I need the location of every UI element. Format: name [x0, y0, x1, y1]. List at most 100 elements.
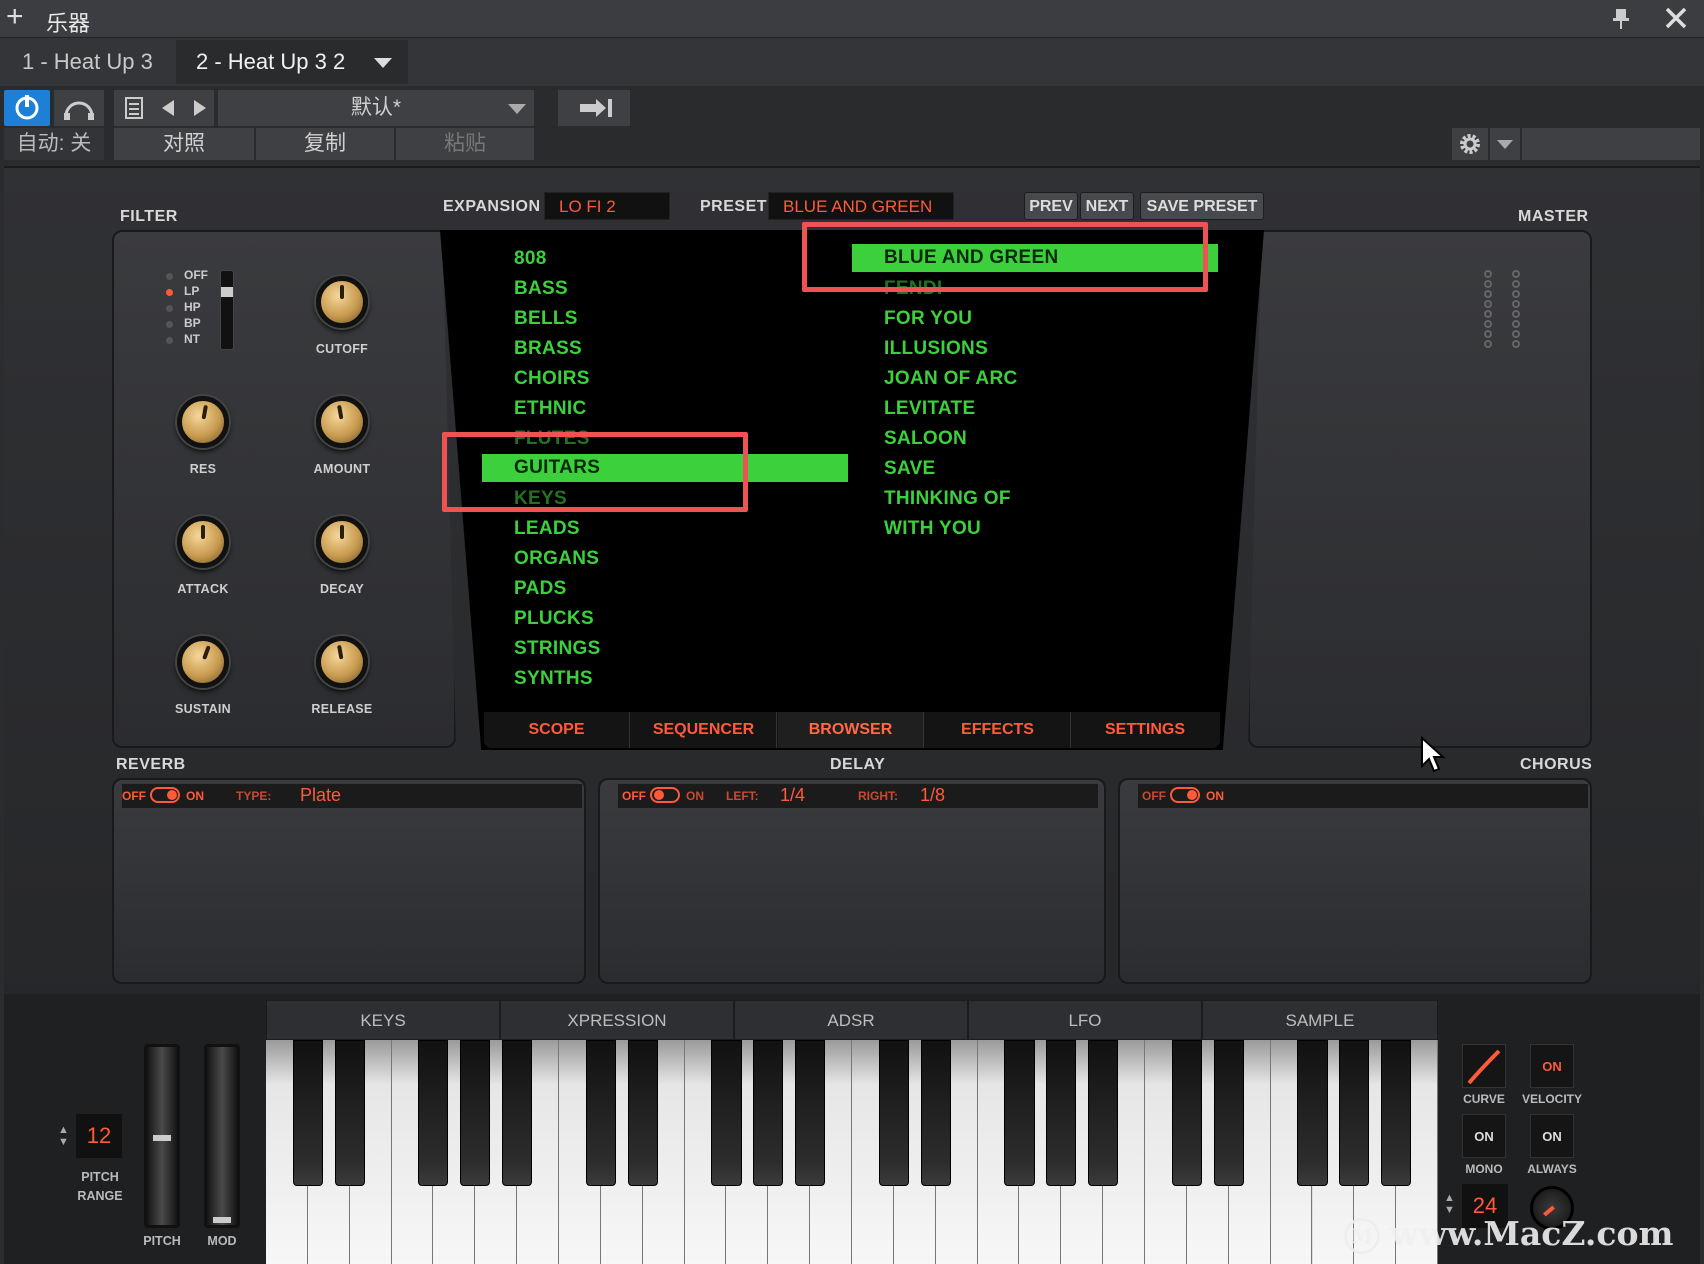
- category-item[interactable]: BRASS: [514, 338, 601, 368]
- black-key[interactable]: [1171, 1040, 1202, 1186]
- preset-display[interactable]: BLUE AND GREEN: [768, 192, 954, 220]
- filter-decay-knob[interactable]: [316, 516, 368, 568]
- velocity-toggle[interactable]: ON: [1530, 1044, 1574, 1088]
- pin-icon[interactable]: [1612, 8, 1630, 30]
- tab-browser[interactable]: BROWSER: [778, 712, 924, 748]
- chorus-toggle[interactable]: [1170, 787, 1200, 803]
- preset-item[interactable]: WITH YOU: [884, 518, 1059, 548]
- category-item[interactable]: STRINGS: [514, 638, 601, 668]
- delay-left-value[interactable]: 1/4: [780, 785, 805, 806]
- filter-attack-knob[interactable]: [177, 516, 229, 568]
- filter-mode-off[interactable]: OFF: [184, 268, 208, 282]
- settings-button[interactable]: [1452, 128, 1488, 160]
- filter-mode-selector[interactable]: OFF LP HP BP NT: [164, 268, 224, 348]
- preset-item[interactable]: ILLUSIONS: [884, 338, 1059, 368]
- power-button[interactable]: [4, 90, 50, 126]
- auto-off-button[interactable]: 自动: 关: [4, 128, 104, 160]
- preset-selector[interactable]: 默认*: [218, 90, 534, 126]
- piano-keyboard[interactable]: [266, 1040, 1438, 1264]
- black-key[interactable]: [460, 1040, 491, 1186]
- tab-keys[interactable]: KEYS: [266, 1000, 500, 1040]
- category-item[interactable]: CHOIRS: [514, 368, 601, 398]
- preset-item[interactable]: FOR YOU: [884, 308, 1059, 338]
- category-item[interactable]: BELLS: [514, 308, 601, 338]
- stepper-arrows-icon[interactable]: ▲ ▼: [58, 1124, 70, 1150]
- expansion-selector[interactable]: LO FI 2: [544, 192, 670, 220]
- filter-sustain-knob[interactable]: [177, 636, 229, 688]
- black-key[interactable]: [753, 1040, 784, 1186]
- filter-cutoff-knob[interactable]: [316, 276, 368, 328]
- filter-res-knob[interactable]: [177, 396, 229, 448]
- plus-icon[interactable]: +: [6, 2, 32, 32]
- delay-toggle[interactable]: [650, 787, 680, 803]
- tab-sample[interactable]: SAMPLE: [1202, 1000, 1438, 1040]
- copy-button[interactable]: 复制: [256, 128, 394, 160]
- curve-button[interactable]: [1462, 1044, 1506, 1088]
- pitch-range-value[interactable]: 12: [76, 1114, 122, 1158]
- mono-toggle[interactable]: ON: [1462, 1114, 1506, 1158]
- black-key[interactable]: [795, 1040, 826, 1186]
- filter-mode-slider[interactable]: [220, 270, 234, 350]
- prev-preset-button[interactable]: [154, 90, 184, 126]
- delay-right-value[interactable]: 1/8: [920, 785, 945, 806]
- settings-menu-button[interactable]: [1490, 128, 1520, 160]
- category-item[interactable]: ORGANS: [514, 548, 601, 578]
- black-key[interactable]: [627, 1040, 658, 1186]
- tab-lfo[interactable]: LFO: [968, 1000, 1202, 1040]
- black-key[interactable]: [334, 1040, 365, 1186]
- always-toggle[interactable]: ON: [1530, 1114, 1574, 1158]
- category-item[interactable]: 808: [514, 248, 601, 278]
- reverb-toggle[interactable]: [150, 787, 180, 803]
- chevron-down-icon[interactable]: [374, 58, 392, 68]
- next-button[interactable]: NEXT: [1080, 192, 1134, 220]
- preset-item[interactable]: JOAN OF ARC: [884, 368, 1059, 398]
- compare-button[interactable]: 对照: [114, 128, 254, 160]
- monitor-button[interactable]: [54, 90, 104, 126]
- routing-button[interactable]: [558, 90, 630, 126]
- black-key[interactable]: [920, 1040, 951, 1186]
- black-key[interactable]: [1004, 1040, 1035, 1186]
- tab-effects[interactable]: EFFECTS: [925, 712, 1071, 748]
- preset-item[interactable]: LEVITATE: [884, 398, 1059, 428]
- black-key[interactable]: [1339, 1040, 1370, 1186]
- filter-mode-lp[interactable]: LP: [184, 284, 199, 298]
- prev-button[interactable]: PREV: [1024, 192, 1078, 220]
- black-key[interactable]: [585, 1040, 616, 1186]
- category-item[interactable]: LEADS: [514, 518, 601, 548]
- category-item[interactable]: PADS: [514, 578, 601, 608]
- paste-button[interactable]: 粘贴: [396, 128, 534, 160]
- category-item[interactable]: BASS: [514, 278, 601, 308]
- black-key[interactable]: [1381, 1040, 1412, 1186]
- tab-adsr[interactable]: ADSR: [734, 1000, 968, 1040]
- black-key[interactable]: [1213, 1040, 1244, 1186]
- filter-mode-nt[interactable]: NT: [184, 332, 200, 346]
- next-preset-button[interactable]: [184, 90, 214, 126]
- black-key[interactable]: [1297, 1040, 1328, 1186]
- category-item[interactable]: PLUCKS: [514, 608, 601, 638]
- preset-item[interactable]: THINKING OF: [884, 488, 1059, 518]
- black-key[interactable]: [502, 1040, 533, 1186]
- tab-sequencer[interactable]: SEQUENCER: [631, 712, 777, 748]
- tab-xpression[interactable]: XPRESSION: [500, 1000, 734, 1040]
- filter-mode-bp[interactable]: BP: [184, 316, 201, 330]
- tab-settings[interactable]: SETTINGS: [1072, 712, 1218, 748]
- black-key[interactable]: [418, 1040, 449, 1186]
- mod-wheel[interactable]: [204, 1044, 240, 1228]
- tab-heat-up-3-2[interactable]: 2 - Heat Up 3 2: [176, 40, 408, 84]
- filter-mode-hp[interactable]: HP: [184, 300, 201, 314]
- category-item[interactable]: SYNTHS: [514, 668, 601, 698]
- filter-release-knob[interactable]: [316, 636, 368, 688]
- filter-amount-knob[interactable]: [316, 396, 368, 448]
- black-key[interactable]: [878, 1040, 909, 1186]
- preset-item[interactable]: SAVE: [884, 458, 1059, 488]
- preset-list-button[interactable]: [114, 90, 154, 126]
- tab-scope[interactable]: SCOPE: [484, 712, 630, 748]
- save-preset-button[interactable]: SAVE PRESET: [1140, 192, 1264, 220]
- pitch-wheel[interactable]: [144, 1044, 180, 1228]
- preset-item[interactable]: SALOON: [884, 428, 1059, 458]
- close-icon[interactable]: [1664, 6, 1688, 30]
- tab-heat-up-3[interactable]: 1 - Heat Up 3: [2, 40, 173, 84]
- black-key[interactable]: [1046, 1040, 1077, 1186]
- black-key[interactable]: [292, 1040, 323, 1186]
- black-key[interactable]: [1088, 1040, 1119, 1186]
